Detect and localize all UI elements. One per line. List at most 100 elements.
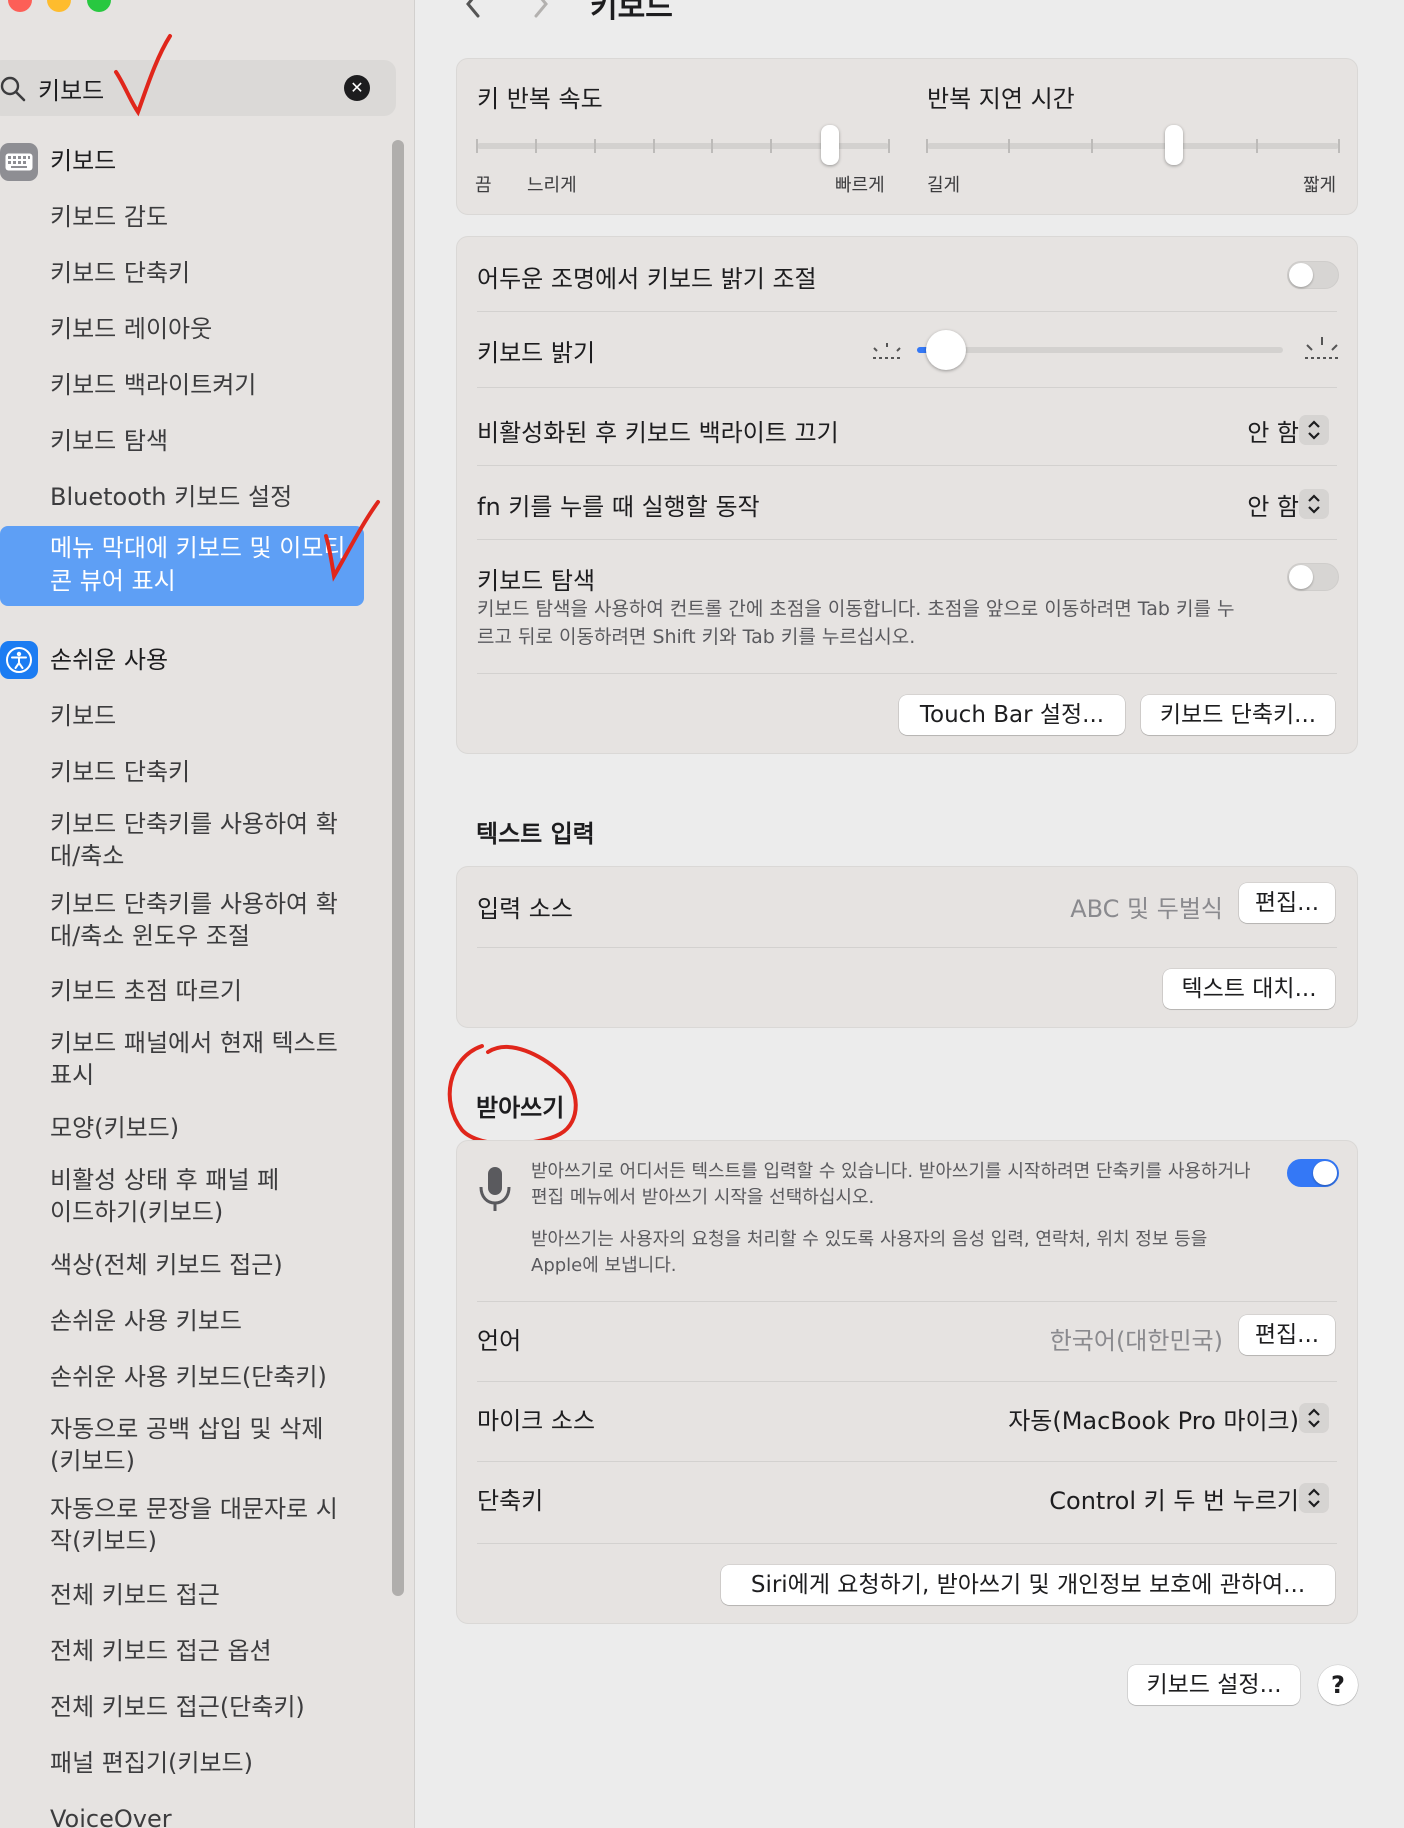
sidebar-header-accessibility[interactable]: 손쉬운 사용 bbox=[50, 644, 168, 676]
keyboard-brightness-thumb[interactable] bbox=[926, 330, 967, 370]
sidebar-item-keyboard-navigation[interactable]: 키보드 탐색 bbox=[50, 425, 168, 457]
window-minimize-button[interactable] bbox=[47, 0, 71, 12]
chevron-updown-icon bbox=[1308, 420, 1320, 440]
keyboard-shortcuts-button[interactable]: 키보드 단축키... bbox=[1141, 695, 1335, 735]
text-replacement-button[interactable]: 텍스트 대치... bbox=[1163, 969, 1335, 1009]
key-repeat-rate-label: 키 반복 속도 bbox=[477, 85, 603, 113]
delay-max-label: 짧게 bbox=[1303, 175, 1337, 196]
input-source-value: ABC 및 두벌식 bbox=[1070, 895, 1223, 923]
sidebar-item-selected[interactable]: 메뉴 막대에 키보드 및 이모티콘 뷰어 표시 bbox=[0, 526, 364, 606]
chevron-updown-icon bbox=[1308, 494, 1320, 514]
clear-circle-icon[interactable]: ✕ bbox=[344, 75, 370, 101]
main-pane: 키보드 키 반복 속도 반복 지연 시간 끔 느리게 빠르게 길게 짧게 어두운… bbox=[416, 0, 1404, 1828]
slider-tick bbox=[711, 139, 714, 153]
sidebar-item[interactable]: 키보드 단축키를 사용하여 확대/축소 윈도우 조절 bbox=[50, 888, 340, 952]
sidebar-item-keyboard-backlight[interactable]: 키보드 백라이트켜기 bbox=[50, 369, 256, 401]
auto-brightness-label: 어두운 조명에서 키보드 밝기 조절 bbox=[477, 265, 817, 293]
slider-tick bbox=[534, 139, 537, 153]
accessibility-icon bbox=[0, 641, 38, 679]
keyboard-navigation-description: 키보드 탐색을 사용하여 컨트롤 간에 초점을 이동합니다. 초점을 앞으로 이… bbox=[477, 598, 1235, 648]
fn-key-action-label: fn 키를 누를 때 실행할 동작 bbox=[477, 493, 760, 521]
sidebar-item[interactable]: 전체 키보드 접근 옵션 bbox=[50, 1635, 272, 1667]
rate-min-off-label: 끔 bbox=[475, 175, 492, 196]
sidebar-header-keyboard[interactable]: 키보드 bbox=[50, 145, 116, 177]
dictation-language-value: 한국어(대한민국) bbox=[1049, 1327, 1223, 1355]
sidebar-item-keyboard-layout[interactable]: 키보드 레이아웃 bbox=[50, 313, 212, 345]
fn-key-action-stepper[interactable] bbox=[1299, 489, 1329, 519]
input-source-edit-button[interactable]: 편집... bbox=[1239, 883, 1335, 923]
keyboard-setup-button[interactable]: 키보드 설정... bbox=[1128, 1665, 1300, 1705]
back-chevron-icon[interactable] bbox=[460, 0, 486, 20]
backlight-idle-off-stepper[interactable] bbox=[1299, 415, 1329, 445]
repeat-delay-label: 반복 지연 시간 bbox=[927, 85, 1075, 113]
sidebar-item-keyboard-sensitivity[interactable]: 키보드 감도 bbox=[50, 201, 168, 233]
search-input[interactable] bbox=[38, 70, 328, 106]
sidebar-item[interactable]: VoiceOver bbox=[50, 1803, 172, 1828]
key-repeat-card: 키 반복 속도 반복 지연 시간 끔 느리게 빠르게 길게 짧게 bbox=[456, 58, 1358, 215]
slider-tick bbox=[593, 139, 596, 153]
dictation-toggle[interactable] bbox=[1287, 1159, 1339, 1187]
sidebar-item[interactable]: 자동으로 문장을 대문자로 시작(키보드) bbox=[50, 1493, 340, 1557]
help-button[interactable]: ? bbox=[1318, 1665, 1358, 1705]
keyboard-icon bbox=[0, 143, 38, 181]
sidebar-item[interactable]: 비활성 상태 후 패널 페이드하기(키보드) bbox=[50, 1164, 290, 1228]
text-input-section-title: 텍스트 입력 bbox=[476, 820, 595, 848]
fn-key-action-value[interactable]: 안 함 bbox=[1247, 487, 1299, 522]
slider-tick bbox=[476, 139, 478, 153]
sidebar-item-bluetooth-keyboard[interactable]: Bluetooth 키보드 설정 bbox=[50, 481, 292, 513]
chevron-updown-icon bbox=[1308, 1408, 1320, 1428]
dictation-language-label: 언어 bbox=[477, 1327, 522, 1355]
sidebar-item[interactable]: 모양(키보드) bbox=[50, 1112, 179, 1144]
dictation-privacy-button[interactable]: Siri에게 요청하기, 받아쓰기 및 개인정보 보호에 관하여... bbox=[721, 1565, 1335, 1605]
backlight-idle-off-label: 비활성화된 후 키보드 백라이트 끄기 bbox=[477, 419, 839, 447]
mic-source-value[interactable]: 자동(MacBook Pro 마이크) bbox=[1008, 1401, 1299, 1436]
dictation-description: 받아쓰기로 어디서든 텍스트를 입력할 수 있습니다. 받아쓰기를 시작하려면 … bbox=[531, 1161, 1251, 1208]
sidebar-item[interactable]: 색상(전체 키보드 접근) bbox=[50, 1249, 283, 1281]
window-zoom-button[interactable] bbox=[87, 0, 111, 12]
brightness-high-icon bbox=[1305, 337, 1339, 359]
window-close-button[interactable] bbox=[8, 0, 32, 12]
sidebar-item[interactable]: 키보드 단축키를 사용하여 확대/축소 bbox=[50, 808, 340, 872]
slider-tick bbox=[652, 139, 655, 153]
delay-min-label: 길게 bbox=[927, 175, 961, 196]
dictation-shortcut-label: 단축키 bbox=[477, 1487, 544, 1515]
page-title: 키보드 bbox=[590, 0, 673, 25]
sidebar-item-keyboard-shortcuts[interactable]: 키보드 단축키 bbox=[50, 257, 190, 289]
keyboard-navigation-toggle[interactable] bbox=[1287, 563, 1339, 591]
rate-max-label: 빠르게 bbox=[835, 175, 885, 196]
dictation-language-edit-button[interactable]: 편집... bbox=[1239, 1315, 1335, 1355]
slider-tick bbox=[770, 139, 773, 153]
repeat-delay-thumb[interactable] bbox=[1165, 125, 1184, 165]
input-source-label: 입력 소스 bbox=[477, 895, 573, 923]
dictation-shortcut-stepper[interactable] bbox=[1299, 1483, 1329, 1513]
sidebar-scrollbar[interactable] bbox=[392, 140, 404, 1596]
search-icon bbox=[0, 76, 26, 106]
sidebar-item[interactable]: 키보드 초점 따르기 bbox=[50, 975, 242, 1007]
sidebar-item[interactable]: 전체 키보드 접근 bbox=[50, 1579, 220, 1611]
brightness-low-icon bbox=[873, 343, 901, 359]
backlight-idle-off-value[interactable]: 안 함 bbox=[1247, 413, 1299, 448]
sidebar-item[interactable]: 자동으로 공백 삽입 및 삭제 (키보드) bbox=[50, 1413, 340, 1477]
touch-bar-settings-button[interactable]: Touch Bar 설정... bbox=[899, 695, 1125, 735]
dictation-section-title: 받아쓰기 bbox=[476, 1094, 565, 1122]
sidebar-item[interactable]: 키보드 bbox=[50, 700, 116, 732]
forward-chevron-icon[interactable] bbox=[528, 0, 554, 20]
keyboard-options-card: 어두운 조명에서 키보드 밝기 조절 키보드 밝기 비활성화된 후 키보드 백라… bbox=[456, 236, 1358, 754]
sidebar-item[interactable]: 손쉬운 사용 키보드(단축키) bbox=[50, 1361, 327, 1393]
sidebar-item[interactable]: 손쉬운 사용 키보드 bbox=[50, 1305, 242, 1337]
dictation-shortcut-value[interactable]: Control 키 두 번 누르기 bbox=[1049, 1481, 1299, 1516]
slider-tick bbox=[926, 139, 928, 153]
text-input-card: 입력 소스 ABC 및 두벌식 편집... 텍스트 대치... bbox=[456, 866, 1358, 1028]
key-repeat-rate-thumb[interactable] bbox=[821, 125, 840, 165]
slider-tick bbox=[1008, 139, 1011, 153]
mic-source-stepper[interactable] bbox=[1299, 1403, 1329, 1433]
sidebar-item[interactable]: 키보드 단축키 bbox=[50, 756, 190, 788]
sidebar-item[interactable]: 패널 편집기(키보드) bbox=[50, 1747, 253, 1779]
rate-min-label: 느리게 bbox=[527, 175, 577, 196]
sidebar-item[interactable]: 키보드 패널에서 현재 텍스트 표시 bbox=[50, 1027, 350, 1091]
search-field[interactable]: ✕ bbox=[0, 60, 396, 116]
auto-brightness-toggle[interactable] bbox=[1287, 261, 1339, 289]
mic-source-label: 마이크 소스 bbox=[477, 1407, 596, 1435]
slider-tick bbox=[1090, 139, 1093, 153]
sidebar-item[interactable]: 전체 키보드 접근(단축키) bbox=[50, 1691, 305, 1723]
